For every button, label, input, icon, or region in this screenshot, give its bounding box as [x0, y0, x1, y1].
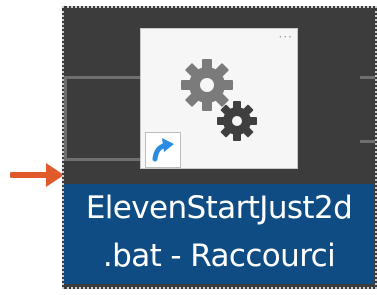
shortcut-arrow-icon	[145, 132, 181, 168]
shortcut-label-line: ElevenStartJust2d	[85, 190, 353, 226]
window-indicator: ···	[278, 30, 293, 44]
gears-icon	[181, 59, 257, 141]
shortcut-label[interactable]: ElevenStartJust2d .bat - Raccourci	[64, 184, 374, 284]
orange-arrow-icon	[10, 163, 64, 187]
screenshot-stage: ··· ElevenStartJust2d .bat - Raccourci	[0, 0, 377, 295]
shortcut-label-line: .bat - Raccourci	[102, 238, 336, 274]
